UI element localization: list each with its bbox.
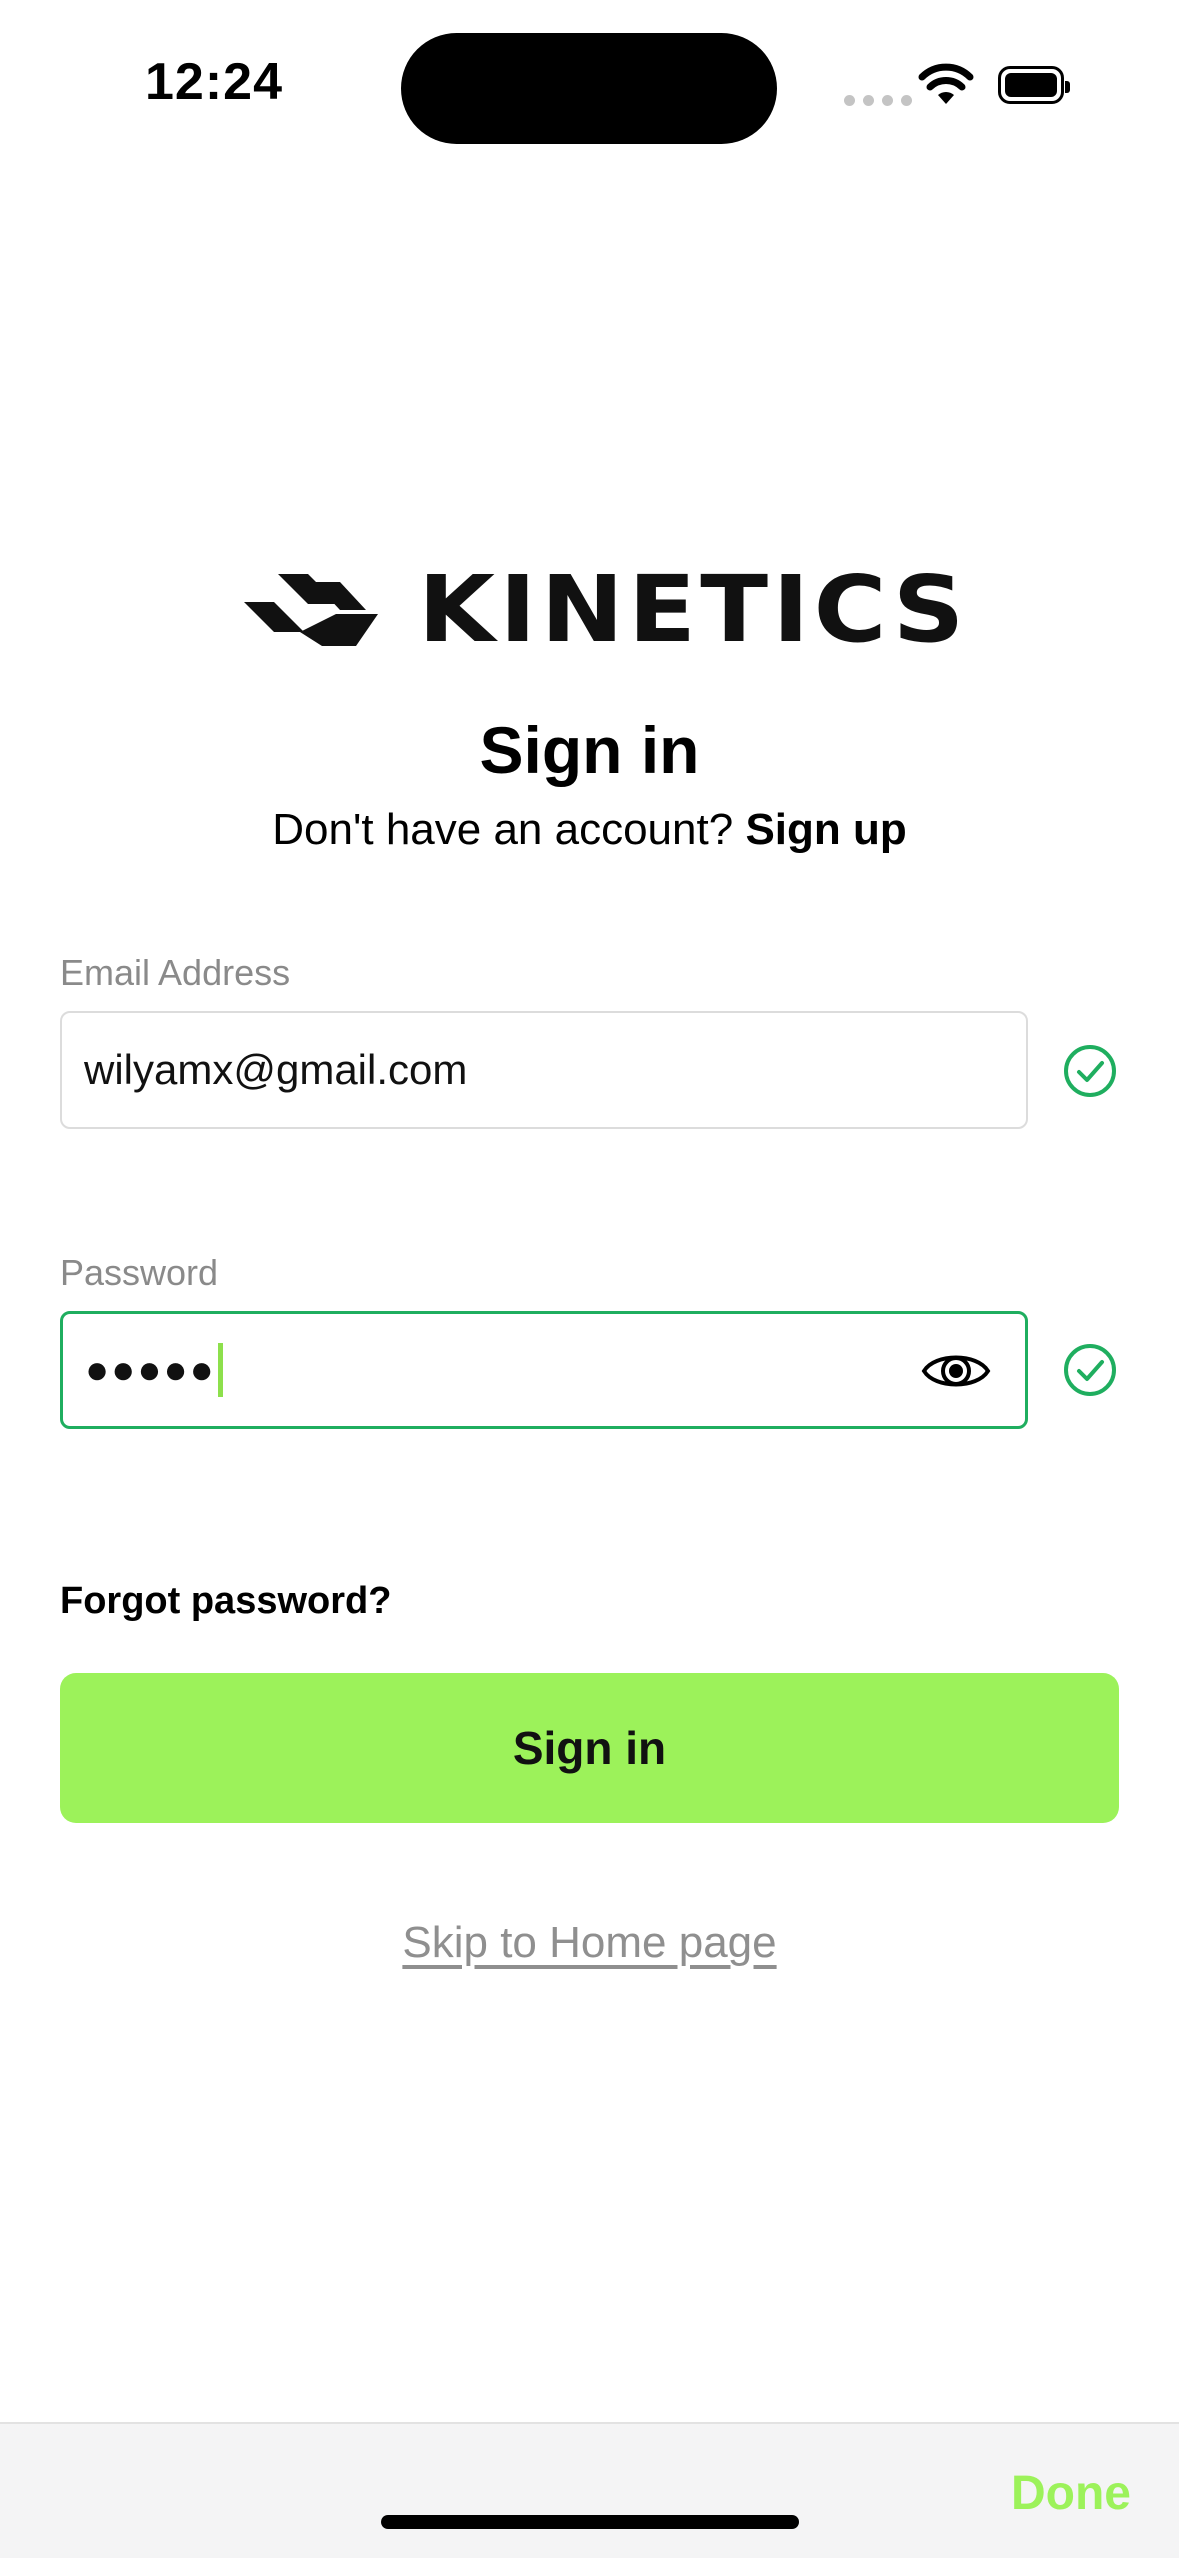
done-button[interactable]: Done (1011, 2466, 1131, 2521)
battery-icon (998, 66, 1070, 104)
signup-prompt: Don't have an account? Sign up (0, 805, 1179, 855)
password-field[interactable]: ●●●●● (60, 1311, 1028, 1429)
password-valid-check-icon (1064, 1344, 1116, 1396)
kinetics-mark-icon (244, 574, 378, 646)
brand-name: KINETICS (418, 556, 969, 663)
page-title: Sign in (479, 713, 700, 787)
status-bar: 12:24 (0, 0, 1179, 180)
password-label: Password (60, 1252, 219, 1293)
email-label: Email Address (60, 952, 291, 993)
signup-link[interactable]: Sign up (745, 805, 906, 854)
email-value: wilyamx@gmail.com (84, 1046, 468, 1093)
sign-in-button[interactable]: Sign in (60, 1673, 1119, 1823)
signup-prompt-text: Don't have an account? (272, 805, 734, 854)
wifi-icon (918, 63, 974, 104)
email-field[interactable]: wilyamx@gmail.com (60, 1011, 1028, 1129)
eye-icon[interactable] (921, 1347, 991, 1395)
kinetics-logo: KINETICS (244, 564, 964, 656)
home-indicator[interactable] (381, 2515, 799, 2529)
text-cursor (217, 1343, 223, 1397)
forgot-password-link[interactable]: Forgot password? (60, 1580, 391, 1623)
email-valid-check-icon (1064, 1045, 1116, 1097)
keyboard-accessory-bar: Done (0, 2422, 1179, 2558)
dynamic-island (401, 33, 777, 144)
password-masked-value: ●●●●● (85, 1347, 216, 1392)
cellular-signal-icon (844, 95, 912, 106)
skip-to-home-link[interactable]: Skip to Home page (0, 1918, 1179, 1968)
status-time: 12:24 (145, 53, 283, 111)
